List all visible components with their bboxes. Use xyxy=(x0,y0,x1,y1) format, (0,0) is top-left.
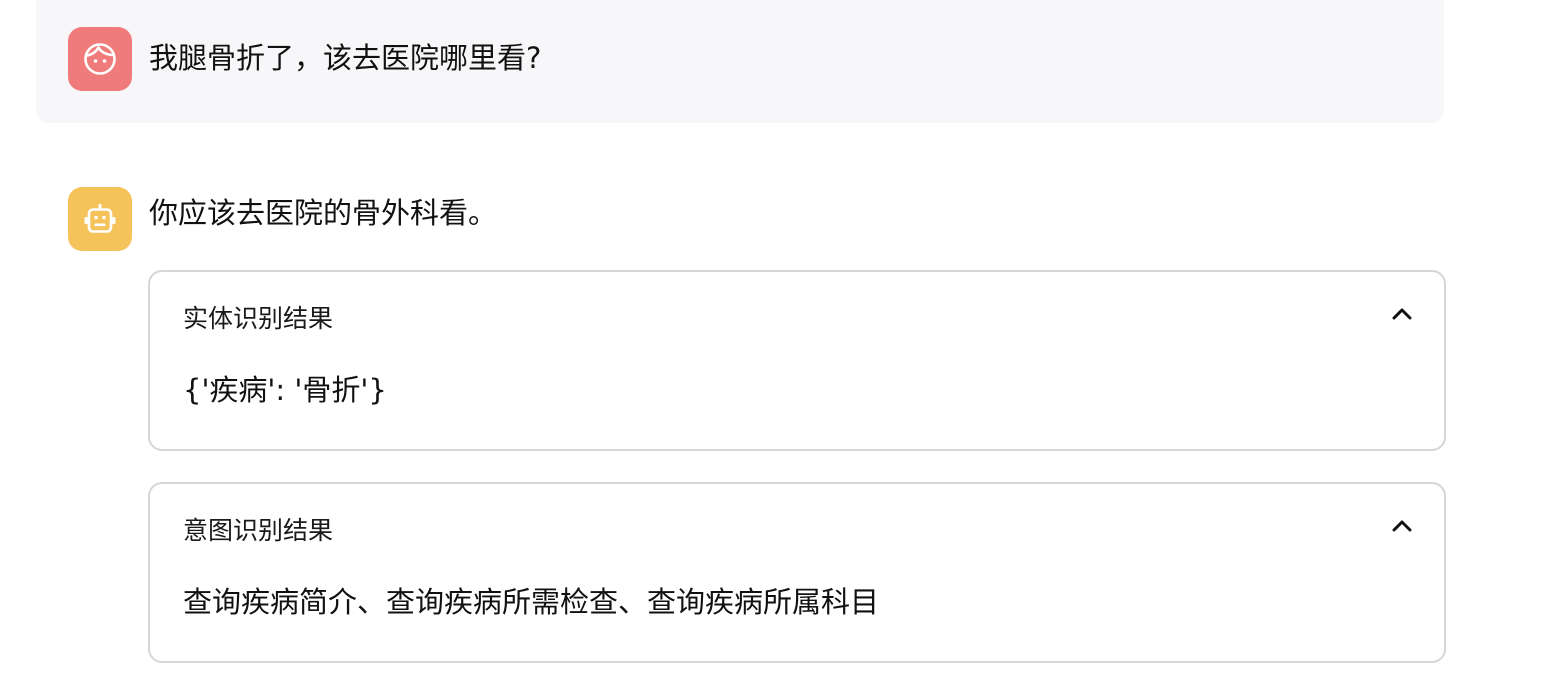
chat-page: 我腿骨折了，该去医院哪里看? 你应该去医院的骨外科看。 实体识别结果 {'疾病'… xyxy=(0,0,1568,674)
chevron-up-icon xyxy=(1392,520,1412,532)
panel-title: 意图识别结果 xyxy=(183,516,334,545)
panel-content: {'疾病': '骨折'} xyxy=(183,373,387,407)
bot-message-text: 你应该去医院的骨外科看。 xyxy=(149,196,498,230)
user-avatar xyxy=(68,27,132,91)
panel-content: 查询疾病简介、查询疾病所需检查、查询疾病所属科目 xyxy=(183,585,880,619)
collapse-toggle-button[interactable] xyxy=(1388,300,1416,328)
chevron-up-icon xyxy=(1392,308,1412,320)
intent-recognition-panel: 意图识别结果 查询疾病简介、查询疾病所需检查、查询疾病所属科目 xyxy=(148,482,1446,663)
collapse-toggle-button[interactable] xyxy=(1388,512,1416,540)
user-message-text: 我腿骨折了，该去医院哪里看? xyxy=(149,41,542,75)
panel-title: 实体识别结果 xyxy=(183,304,334,333)
entity-recognition-panel: 实体识别结果 {'疾病': '骨折'} xyxy=(148,270,1446,451)
girl-face-icon xyxy=(84,43,116,75)
bot-avatar xyxy=(68,187,132,251)
robot-icon xyxy=(84,204,116,233)
